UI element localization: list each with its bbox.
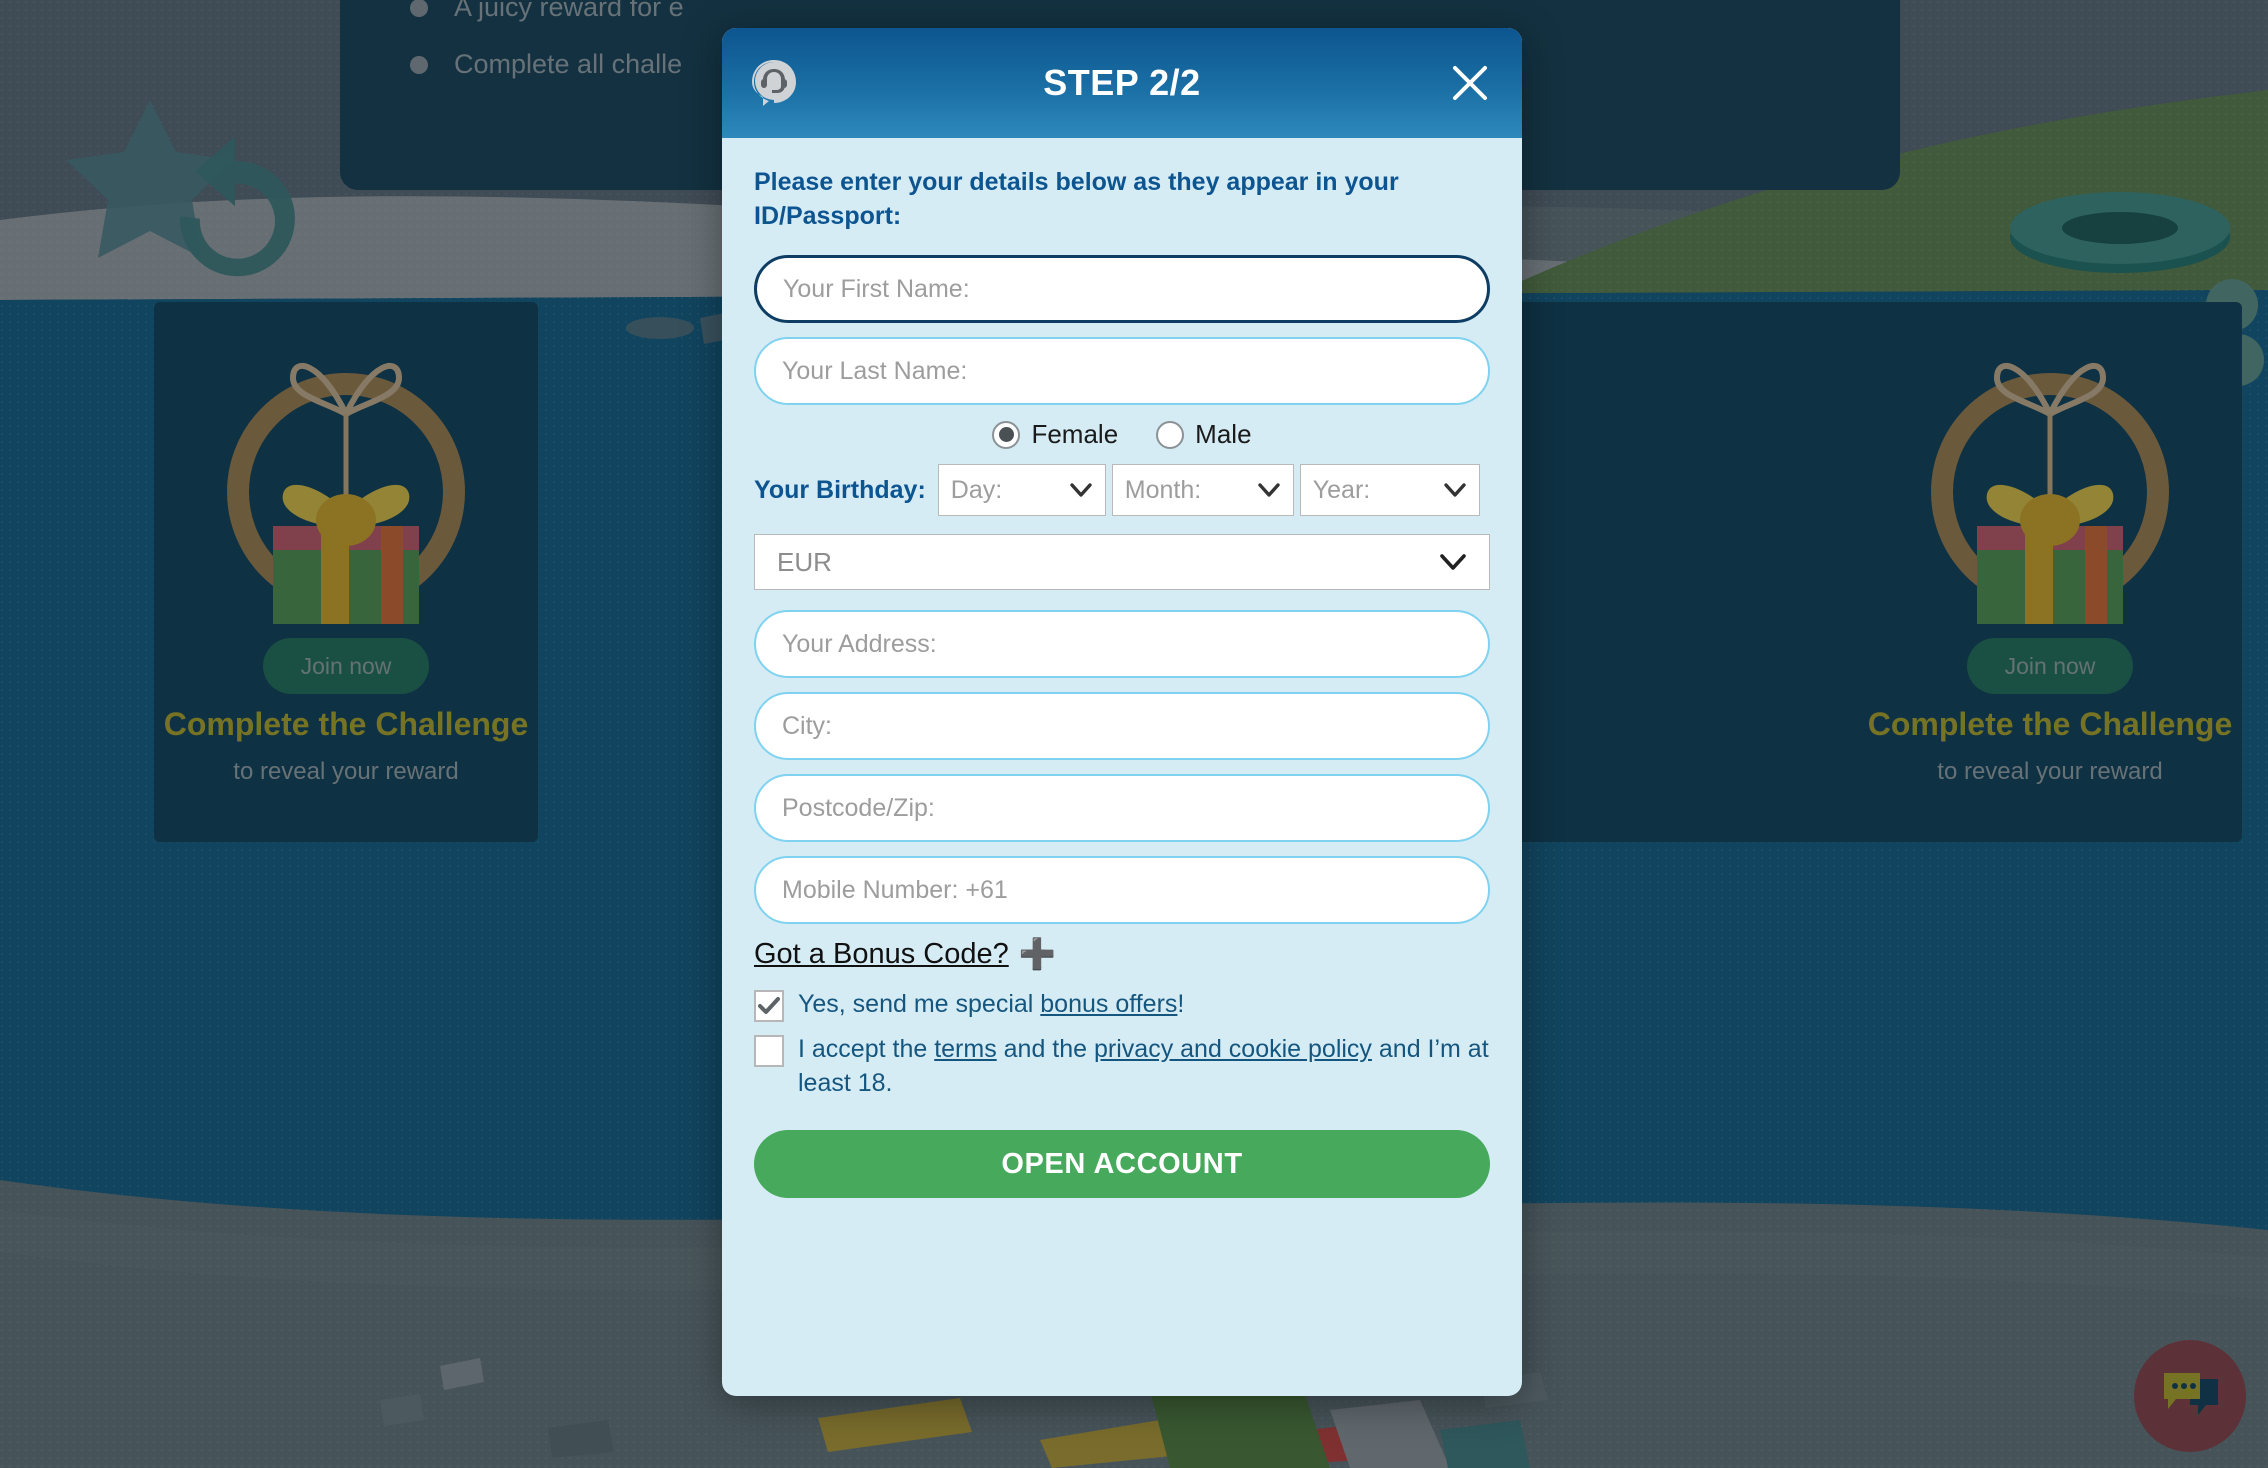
- address-input[interactable]: [754, 610, 1490, 678]
- open-account-button[interactable]: OPEN ACCOUNT: [754, 1130, 1490, 1198]
- modal-title: STEP 2/2: [1043, 62, 1201, 103]
- first-name-input[interactable]: [754, 255, 1490, 323]
- terms-text-1: I accept the: [798, 1035, 935, 1063]
- registration-modal: STEP 2/2 Please enter your details below…: [722, 28, 1522, 1396]
- birthday-label: Your Birthday:: [754, 475, 926, 504]
- form-intro-text: Please enter your details below as they …: [754, 168, 1399, 230]
- gender-option-male[interactable]: Male: [1156, 419, 1252, 450]
- postcode-input[interactable]: [754, 774, 1490, 842]
- terms-consent-text: I accept the terms and the privacy and c…: [798, 1032, 1490, 1100]
- plus-icon: ➕: [1018, 937, 1057, 971]
- offers-text-after: !: [1177, 990, 1185, 1018]
- offers-checkbox[interactable]: [754, 990, 784, 1022]
- chevron-down-icon: [1243, 482, 1281, 498]
- birthday-month-select[interactable]: Month:: [1111, 464, 1294, 516]
- headset-support-icon[interactable]: [750, 59, 798, 107]
- modal-body: Please enter your details below as they …: [722, 138, 1522, 1396]
- chevron-down-icon: [1055, 482, 1093, 498]
- gender-female-label: Female: [1031, 419, 1119, 449]
- chevron-down-icon: [1429, 482, 1467, 498]
- gender-option-female[interactable]: Female: [992, 419, 1118, 450]
- birthday-day-value: Day:: [950, 475, 1003, 504]
- city-input[interactable]: [754, 692, 1490, 760]
- birthday-day-select[interactable]: Day:: [937, 464, 1106, 516]
- bonus-code-toggle[interactable]: Got a Bonus Code? ➕: [754, 938, 1056, 971]
- gender-radio-group: Female Male: [754, 419, 1490, 450]
- radio-female-icon[interactable]: [992, 420, 1021, 449]
- currency-select[interactable]: EUR: [754, 534, 1490, 590]
- close-x-icon[interactable]: [1450, 63, 1490, 103]
- last-name-input[interactable]: [754, 337, 1490, 405]
- privacy-policy-link[interactable]: privacy and cookie policy: [1094, 1035, 1372, 1063]
- birthday-row: Your Birthday: Day: Month: Year:: [754, 464, 1490, 516]
- gender-male-label: Male: [1195, 419, 1252, 449]
- terms-consent-row: I accept the terms and the privacy and c…: [754, 1032, 1490, 1100]
- currency-value: EUR: [777, 546, 832, 577]
- radio-male-icon[interactable]: [1156, 420, 1185, 449]
- terms-checkbox[interactable]: [754, 1035, 784, 1067]
- bonus-code-label: Got a Bonus Code?: [754, 938, 1009, 970]
- modal-header: STEP 2/2: [722, 28, 1522, 138]
- birthday-year-select[interactable]: Year:: [1299, 464, 1480, 516]
- terms-text-2: and the: [996, 1035, 1095, 1063]
- bonus-offers-link[interactable]: bonus offers: [1040, 990, 1177, 1018]
- birthday-year-value: Year:: [1312, 475, 1371, 504]
- offers-text-before: Yes, send me special: [798, 990, 1041, 1018]
- offers-consent-text: Yes, send me special bonus offers!: [798, 987, 1184, 1021]
- chevron-down-icon: [1439, 553, 1467, 571]
- mobile-number-input[interactable]: [754, 856, 1490, 924]
- terms-link[interactable]: terms: [934, 1035, 997, 1063]
- birthday-month-value: Month:: [1124, 475, 1202, 504]
- checkmark-icon: [758, 997, 780, 1014]
- offers-consent-row: Yes, send me special bonus offers!: [754, 987, 1490, 1022]
